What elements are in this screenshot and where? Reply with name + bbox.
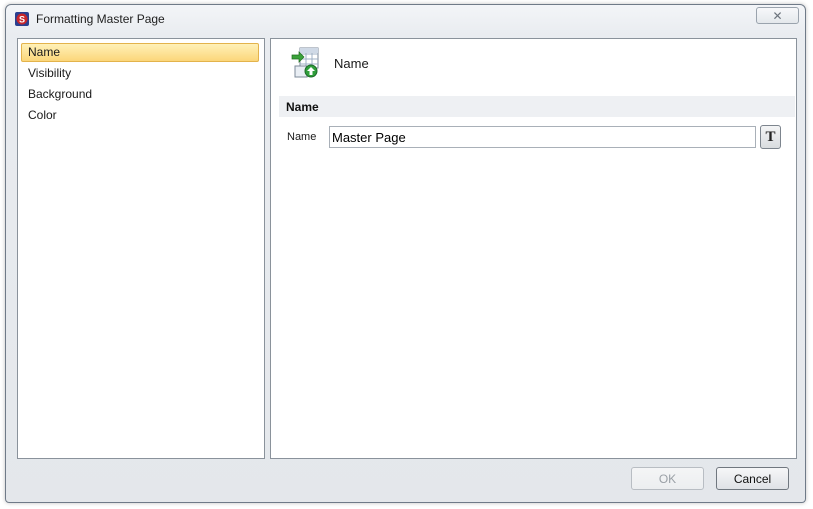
section-title: Name	[286, 100, 319, 114]
text-format-button[interactable]: T	[760, 125, 781, 149]
nav-item-color[interactable]: Color	[21, 106, 259, 125]
cancel-button[interactable]: Cancel	[716, 467, 789, 490]
name-field-label: Name	[287, 131, 317, 143]
window-title: Formatting Master Page	[36, 12, 165, 26]
panel-title: Name	[334, 56, 369, 71]
properties-panel: Name Name Name T	[270, 38, 797, 459]
name-field[interactable]	[329, 126, 756, 148]
close-button[interactable]: ✕	[756, 7, 799, 24]
app-icon: S	[15, 12, 29, 26]
title-bar: S Formatting Master Page ✕	[6, 5, 805, 33]
close-icon: ✕	[772, 8, 783, 23]
page-name-icon	[291, 47, 319, 78]
svg-text:S: S	[19, 15, 25, 25]
category-list: Name Visibility Background Color	[17, 38, 265, 459]
nav-item-visibility[interactable]: Visibility	[21, 64, 259, 83]
formatting-dialog: S Formatting Master Page ✕ Name Visibili…	[5, 4, 806, 503]
nav-item-name[interactable]: Name	[21, 43, 259, 62]
ok-button[interactable]: OK	[631, 467, 704, 490]
nav-item-background[interactable]: Background	[21, 85, 259, 104]
section-header: Name	[279, 96, 795, 117]
